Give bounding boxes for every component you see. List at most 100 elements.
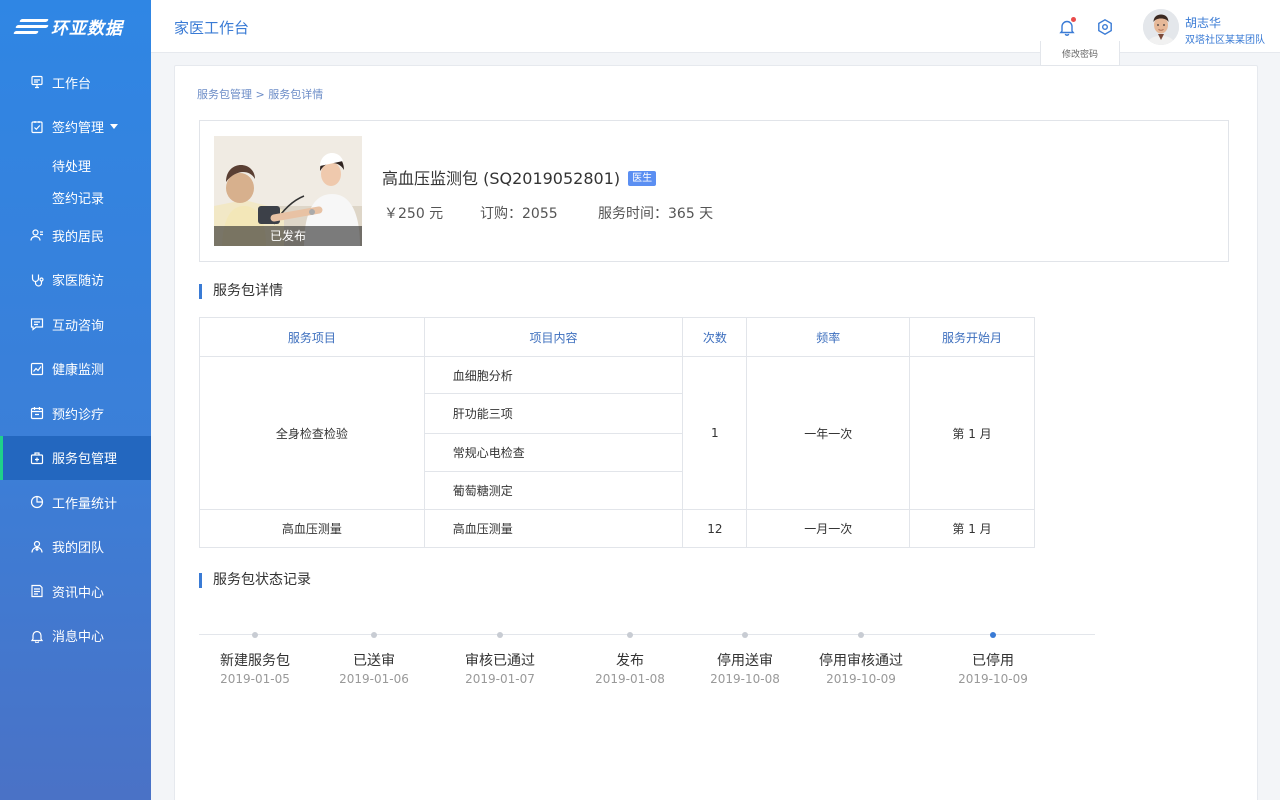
package-name: 高血压监测包 (SQ2019052801) [382,169,621,188]
avatar[interactable] [1143,9,1179,45]
table-cell-frequency: 一年一次 [746,356,911,510]
column-header: 项目内容 [423,317,684,357]
sidebar-item-monitor[interactable]: 健康监测 [0,347,151,392]
package-orders: 订购：2055 [480,206,558,222]
chart-icon [30,362,44,376]
table-cell-start-month: 第 1 月 [909,356,1035,510]
page-title: 家医工作台 [174,19,250,37]
sidebar-item-label: 消息中心 [52,630,105,646]
sidebar-item-news[interactable]: 资讯中心 [0,569,151,614]
service-items-table: 服务项目 项目内容 次数 频率 服务开始月 全身检查检验 血细胞分析 1 一年一… [199,317,1035,548]
timeline-step-date: 2019-01-08 [595,672,665,686]
table-cell-count: 1 [682,356,748,510]
sidebar-item-workload[interactable]: 工作量统计 [0,480,151,525]
chevron-down-icon [110,124,119,130]
sidebar-item-team[interactable]: 我的团队 [0,525,151,570]
package-icon [30,451,44,465]
sidebar-item-appointment[interactable]: 预约诊疗 [0,391,151,436]
table-cell-item: 全身检查检验 [199,356,425,510]
table-cell-content: 高血压测量 [423,509,684,548]
sidebar-item-sign[interactable]: 签约管理 [0,105,151,150]
sidebar-item-label: 我的团队 [52,541,105,557]
chat-icon [30,317,44,332]
sidebar-item-messages[interactable]: 消息中心 [0,614,151,659]
timeline-step-date: 2019-10-09 [958,672,1028,686]
timeline-step-label: 审核已通过 [465,653,535,669]
team-icon [30,540,44,554]
table-cell-content: 常规心电检查 [423,433,684,472]
package-summary-card: 已发布 高血压监测包 (SQ2019052801) 医生 ￥250 元 订购：20… [199,120,1229,262]
sidebar-item-label: 家医随访 [52,274,105,290]
table-row: 全身检查检验 血细胞分析 1 一年一次 第 1 月 [199,356,1035,510]
logo-text: 环亚数据 [51,18,123,39]
pie-icon [30,495,44,509]
package-name-line: 高血压监测包 (SQ2019052801) 医生 [382,165,657,189]
bell-icon [30,629,44,643]
residents-icon [30,228,44,242]
logo-mark-icon [13,17,49,35]
timeline-step-date: 2019-01-06 [339,672,409,686]
user-team: 双塔社区某某团队 [1185,35,1265,46]
section-title-detail: 服务包详情 [199,284,283,299]
sidebar-item-consult[interactable]: 互动咨询 [0,302,151,347]
role-badge: 医生 [628,171,657,186]
table-cell-start-month: 第 1 月 [909,509,1035,548]
timeline-step-date: 2019-10-08 [710,672,780,686]
section-title-status: 服务包状态记录 [199,573,311,588]
table-cell-content: 血细胞分析 [423,356,684,394]
timeline-step-date: 2019-01-07 [465,672,535,686]
sidebar-item-label: 预约诊疗 [52,407,105,423]
sidebar-item-workbench[interactable]: 工作台 [0,60,151,105]
sidebar-item-label: 互动咨询 [52,318,105,334]
logo[interactable]: 环亚数据 [0,0,151,52]
table-header-row: 服务项目 项目内容 次数 频率 服务开始月 [199,317,1035,357]
calendar-icon [30,406,44,420]
sidebar-item-packages[interactable]: 服务包管理 [0,435,151,480]
column-header: 频率 [746,317,911,357]
timeline-step-label: 新建服务包 [220,653,290,669]
sidebar-item-residents[interactable]: 我的居民 [0,213,151,258]
sidebar-item-label: 我的居民 [52,229,105,245]
timeline-step-label: 发布 [616,653,644,669]
table-cell-content: 肝功能三项 [423,393,684,434]
timeline-track [199,634,1095,635]
timeline-dot [742,632,748,638]
package-image: 已发布 [214,136,362,246]
table-cell-item: 高血压测量 [199,509,425,548]
table-cell-frequency: 一月一次 [746,509,911,548]
timeline-dot [497,632,503,638]
table-cell-content: 葡萄糖测定 [423,471,684,510]
timeline-dot [858,632,864,638]
sidebar-subitem-records[interactable]: 签约记录 [0,181,151,213]
package-price: ￥250 元 [384,206,444,222]
table-row: 高血压测量 高血压测量 12 一月一次 第 1 月 [199,509,1035,548]
timeline-step-date: 2019-10-09 [826,672,896,686]
change-password-menu-item[interactable]: 修改密码 [1040,41,1120,66]
desk-icon [30,75,44,89]
settings-gear-icon[interactable] [1096,18,1114,36]
user-name[interactable]: 胡志华 [1185,14,1221,31]
timeline-step-label: 停用送审 [717,653,773,669]
sidebar-item-label: 健康监测 [52,363,105,379]
sidebar-subitem-pending[interactable]: 待处理 [0,149,151,181]
column-header: 服务开始月 [909,317,1035,357]
timeline-dot [371,632,377,638]
package-duration: 服务时间：365 天 [598,206,714,222]
sidebar-nav: 工作台 签约管理 待处理 签约记录 我的居民 家医随访 互动咨询 健康监测 预约… [0,60,151,658]
news-icon [30,584,44,598]
sidebar-item-label: 签约管理 [52,121,105,137]
main-panel: 服务包管理 > 服务包详情 已发布 高血压监测包 (SQ2019052801) … [174,65,1258,800]
package-image-status: 已发布 [214,226,362,246]
sign-icon [30,120,44,134]
timeline-dot [252,632,258,638]
notification-dot [1071,17,1076,22]
stethoscope-icon [30,273,44,287]
sidebar-item-followup[interactable]: 家医随访 [0,258,151,303]
sidebar-item-label: 服务包管理 [52,452,118,468]
sidebar-item-label: 工作量统计 [52,496,118,512]
breadcrumb[interactable]: 服务包管理 > 服务包详情 [197,86,323,102]
timeline-step-date: 2019-01-05 [220,672,290,686]
sidebar-item-label: 资讯中心 [52,585,105,601]
column-header: 服务项目 [199,317,425,357]
sidebar: 环亚数据 工作台 签约管理 待处理 签约记录 我的居民 家医随访 互动咨询 健康… [0,0,151,800]
